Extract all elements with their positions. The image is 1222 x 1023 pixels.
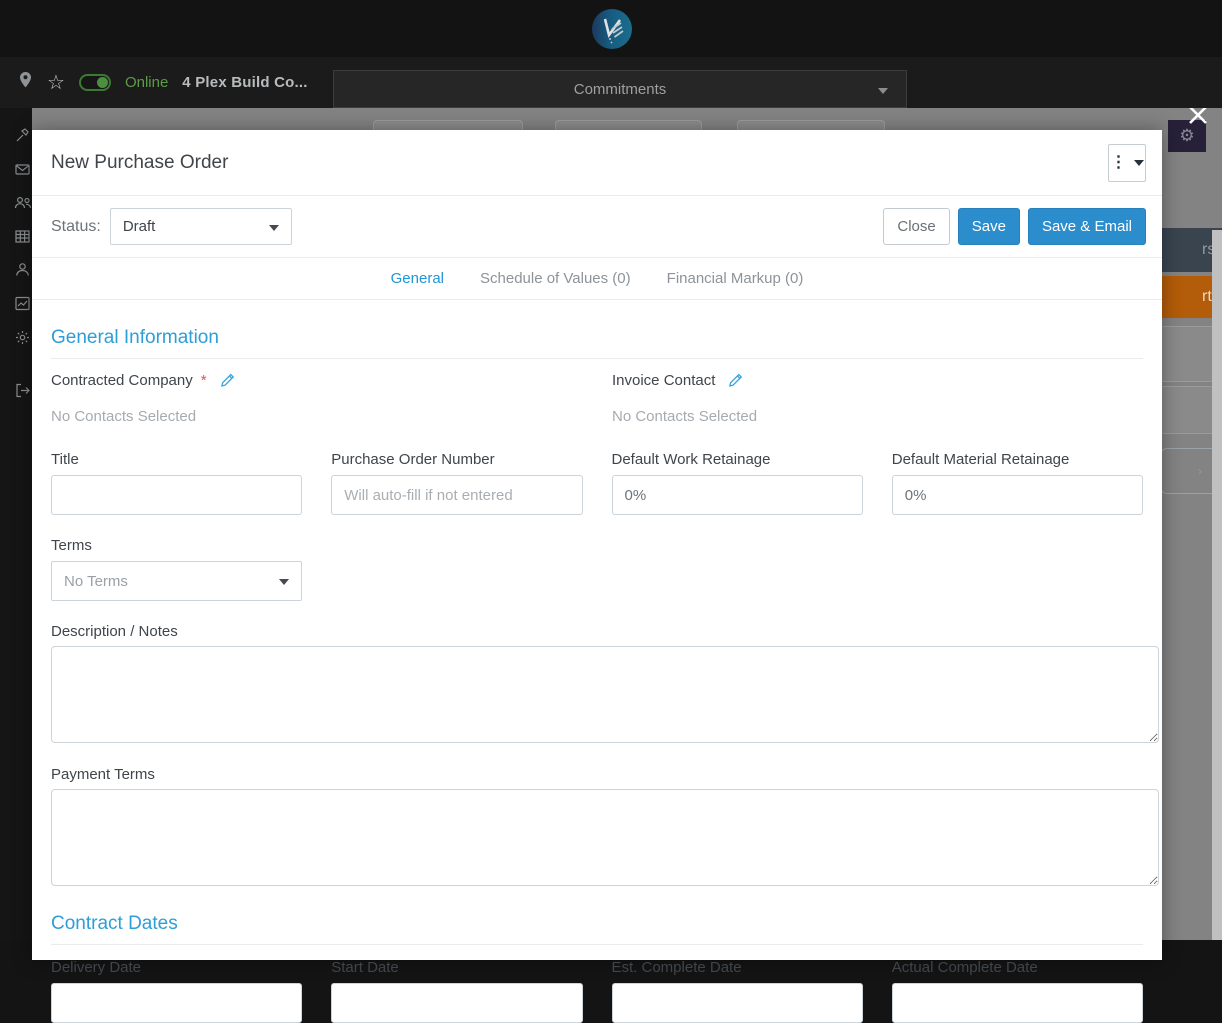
contracted-company-empty-text: No Contacts Selected (51, 408, 197, 425)
po-number-label: Purchase Order Number (331, 451, 495, 468)
title-input[interactable] (51, 475, 303, 515)
terms-label: Terms (51, 537, 92, 554)
start-date-input[interactable] (331, 983, 583, 1023)
title-label: Title (51, 451, 79, 468)
status-label: Status: (51, 217, 101, 235)
contracted-company-group: Contracted Company * No Contacts Selected (51, 372, 582, 425)
work-retainage-label: Default Work Retainage (611, 451, 771, 468)
work-retainage-input[interactable] (611, 475, 863, 515)
online-toggle[interactable] (78, 74, 111, 91)
left-sidebar (0, 108, 32, 940)
location-pin-icon[interactable] (18, 71, 33, 94)
est-complete-date-label: Est. Complete Date (611, 959, 742, 976)
save-button[interactable]: Save (957, 208, 1020, 245)
close-button[interactable]: Close (883, 208, 950, 245)
group-icon[interactable] (14, 194, 32, 211)
status-value: Draft (122, 218, 156, 235)
tab-financial-markup[interactable]: Financial Markup (0) (667, 270, 804, 287)
tab-schedule-of-values[interactable]: Schedule of Values (0) (480, 270, 631, 287)
grid-icon[interactable] (14, 228, 31, 245)
description-notes-textarea[interactable] (51, 646, 1159, 743)
required-asterisk: * (200, 372, 207, 389)
person-icon[interactable] (14, 261, 31, 278)
edit-pencil-icon[interactable] (727, 372, 744, 389)
status-select[interactable]: Draft (109, 208, 292, 245)
app-logo-icon[interactable] (590, 7, 634, 51)
invoice-contact-label: Invoice Contact (612, 372, 716, 389)
gear-icon[interactable] (14, 329, 31, 346)
terms-select[interactable]: No Terms (51, 561, 303, 601)
edit-pencil-icon[interactable] (219, 372, 236, 389)
new-purchase-order-modal: New Purchase Order ⋮ Status: Draft Close… (32, 130, 1162, 1023)
hammer-icon[interactable] (14, 127, 31, 144)
material-retainage-input[interactable] (891, 475, 1143, 515)
description-notes-label: Description / Notes (51, 623, 178, 640)
general-information-heading: General Information (51, 327, 1143, 359)
delivery-date-input[interactable] (51, 983, 303, 1023)
more-options-button[interactable]: ⋮ (1108, 143, 1146, 182)
top-header-bar (0, 0, 1222, 57)
est-complete-date-input[interactable] (611, 983, 863, 1023)
terms-value: No Terms (64, 572, 128, 590)
invoice-contact-empty-text: No Contacts Selected (612, 408, 758, 425)
chevron-down-icon (1133, 159, 1144, 166)
chevron-down-icon (279, 579, 290, 585)
modal-title: New Purchase Order (51, 151, 229, 173)
payment-terms-label: Payment Terms (51, 766, 155, 783)
delivery-date-label: Delivery Date (51, 959, 142, 976)
modal-header: New Purchase Order ⋮ (32, 130, 1162, 196)
chevron-down-icon (878, 88, 888, 94)
chart-icon[interactable] (14, 295, 31, 312)
project-nav-bar: ☆ Online 4 Plex Build Co... Commitments (0, 57, 1222, 108)
tool-selector-dropdown[interactable]: Commitments (333, 70, 907, 108)
save-and-email-button[interactable]: Save & Email (1027, 208, 1146, 245)
contracted-company-label: Contracted Company (51, 372, 193, 389)
online-status-label: Online (124, 74, 169, 91)
scrollbar[interactable] (1212, 230, 1222, 940)
invoice-contact-group: Invoice Contact No Contacts Selected (612, 372, 1143, 425)
actual-complete-date-label: Actual Complete Date (891, 959, 1038, 976)
modal-tabs: General Schedule of Values (0) Financial… (32, 258, 1162, 300)
po-number-input[interactable] (331, 475, 583, 515)
kebab-icon: ⋮ (1110, 153, 1127, 171)
payment-terms-textarea[interactable] (51, 789, 1159, 886)
actual-complete-date-input[interactable] (891, 983, 1143, 1023)
project-name[interactable]: 4 Plex Build Co... (182, 74, 307, 91)
gear-icon: ⚙ (1179, 126, 1195, 145)
tool-selector-value: Commitments (573, 80, 667, 98)
status-toolbar: Status: Draft Close Save Save & Email (32, 196, 1162, 258)
tab-general[interactable]: General (391, 270, 444, 287)
material-retainage-label: Default Material Retainage (891, 451, 1070, 468)
favorite-star-icon[interactable]: ☆ (47, 70, 65, 95)
sign-out-icon[interactable] (14, 382, 31, 399)
contract-dates-heading: Contract Dates (51, 913, 1143, 945)
mail-icon[interactable] (14, 161, 31, 178)
chevron-down-icon (268, 225, 279, 231)
start-date-label: Start Date (331, 959, 399, 976)
